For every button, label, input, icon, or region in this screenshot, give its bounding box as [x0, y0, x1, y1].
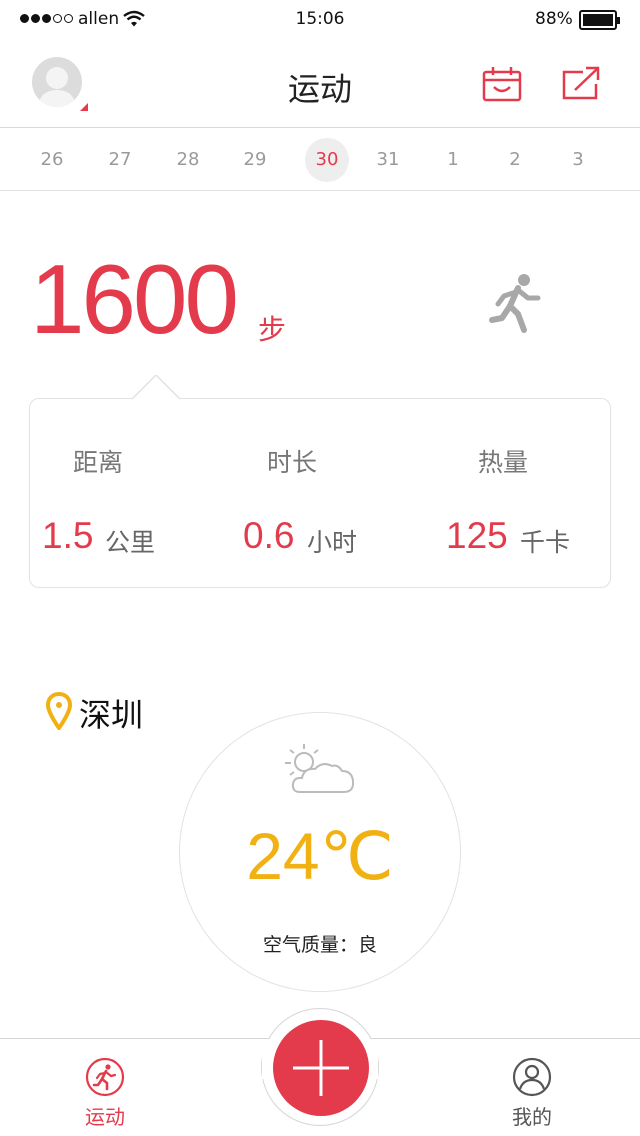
date-item[interactable]: 27: [98, 138, 142, 182]
status-bar: allen 15:06 88%: [0, 0, 640, 40]
nav-bar: 运动: [0, 40, 640, 128]
battery-percent: 88%: [535, 9, 573, 29]
date-item[interactable]: 28: [166, 138, 210, 182]
date-item[interactable]: 29: [233, 138, 277, 182]
date-item[interactable]: 3: [556, 138, 600, 182]
tab-sport-label: 运动: [85, 1105, 125, 1129]
temperature: 24℃: [246, 819, 394, 893]
share-icon[interactable]: [559, 64, 601, 104]
city-name: 深圳: [79, 696, 144, 734]
calendar-icon[interactable]: [481, 64, 523, 104]
date-item[interactable]: 2: [493, 138, 537, 182]
add-button[interactable]: [273, 1020, 369, 1116]
partly-cloudy-icon: [285, 744, 355, 793]
duration-value: 0.6: [243, 515, 295, 556]
distance-label: 距离: [73, 448, 124, 477]
date-strip: 26 27 28 29 30 31 1 2 3: [0, 129, 640, 191]
calories-unit: 千卡: [520, 528, 571, 557]
date-item-selected[interactable]: 30: [305, 138, 349, 182]
calories-value: 125: [446, 515, 508, 556]
tab-mine[interactable]: 我的: [472, 1039, 592, 1136]
step-unit: 步: [258, 313, 287, 346]
walking-person-icon: [489, 274, 541, 333]
date-item[interactable]: 1: [431, 138, 475, 182]
date-item[interactable]: 26: [30, 138, 74, 182]
avatar-badge: [80, 103, 88, 111]
duration-label: 时长: [267, 448, 318, 477]
plus-icon: [293, 1040, 349, 1096]
air-quality: 空气质量：良: [262, 934, 377, 956]
location-pin-icon: [46, 692, 72, 730]
date-item[interactable]: 31: [366, 138, 410, 182]
runner-tab-icon: [85, 1057, 125, 1097]
battery-icon: [579, 10, 620, 30]
distance-value: 1.5: [42, 515, 94, 556]
duration-unit: 小时: [307, 528, 358, 557]
distance-unit: 公里: [105, 528, 156, 557]
tab-mine-label: 我的: [512, 1105, 552, 1129]
calories-label: 热量: [478, 448, 529, 477]
step-count: 1600: [30, 244, 239, 354]
user-icon: [512, 1057, 552, 1097]
stats-card: 距离 1.5 公里 时长 0.6 小时 热量 125 千卡: [29, 398, 611, 588]
page-title: 运动: [287, 70, 352, 108]
avatar[interactable]: [32, 57, 82, 107]
tab-sport[interactable]: 运动: [45, 1039, 165, 1136]
avatar-placeholder-icon: [38, 67, 76, 107]
